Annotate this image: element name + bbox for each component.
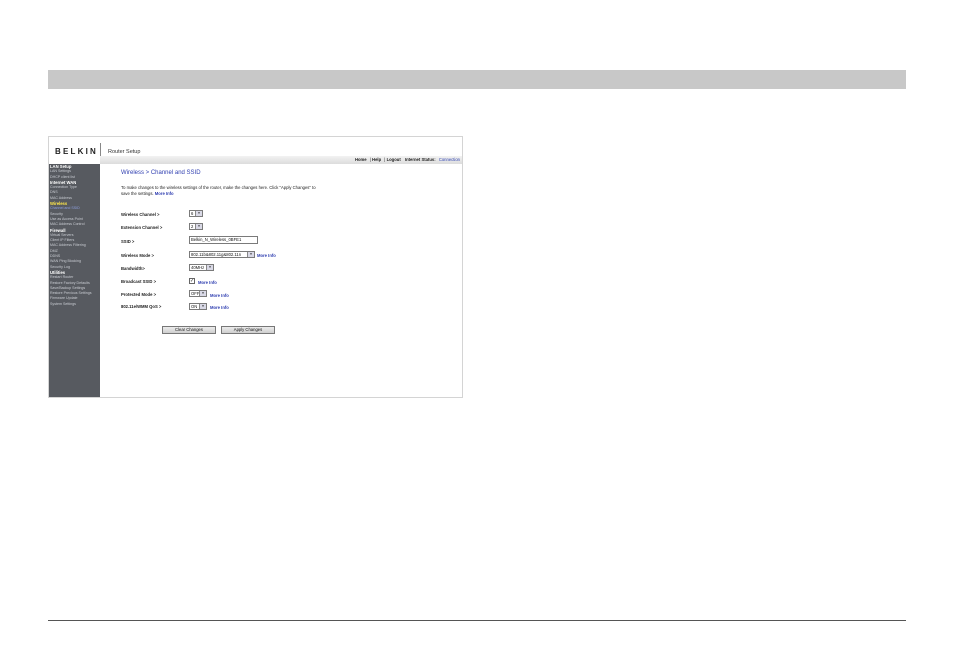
wireless-mode-more-info-link[interactable]: More Info — [257, 253, 276, 258]
chevron-down-icon: ▾ — [195, 224, 202, 229]
wireless-mode-select[interactable]: 802.11b&802.11g&802.11n ▾ — [189, 251, 255, 258]
wireless-mode-label: Wireless Mode > — [121, 253, 154, 258]
chevron-down-icon: ▾ — [199, 291, 206, 296]
wmm-qos-label: 802.11e/WMM QoS > — [121, 304, 162, 309]
ssid-input[interactable]: Belkin_N_Wireless_0BFE1 — [189, 236, 258, 244]
extension-channel-value: 2 — [191, 224, 194, 229]
intro-text: To make changes to the wireless settings… — [121, 185, 321, 197]
wireless-channel-label: Wireless Channel > — [121, 212, 160, 217]
internet-status-value: Connection — [438, 157, 460, 162]
wireless-channel-value: 6 — [191, 211, 194, 216]
protected-mode-label: Protected Mode > — [121, 292, 157, 297]
wmm-qos-select[interactable]: ON ▾ — [189, 303, 207, 310]
clear-changes-button[interactable]: Clear Changes — [162, 326, 216, 334]
router-header: BELKIN Router Setup Home | Help | Logout… — [49, 137, 462, 165]
app-title: Router Setup — [108, 149, 141, 155]
home-link[interactable]: Home — [355, 157, 367, 162]
internet-status-label: Internet Status: — [404, 157, 436, 162]
belkin-logo: BELKIN — [55, 147, 98, 156]
page-title: Wireless > Channel and SSID — [121, 170, 201, 176]
logout-link[interactable]: Logout — [387, 157, 401, 162]
intro-more-info-link[interactable]: More Info — [155, 191, 174, 196]
sidebar-nav: LAN Setup LAN Settings DHCP client list … — [49, 164, 100, 397]
wmm-qos-more-info-link[interactable]: More Info — [210, 305, 229, 310]
bandwidth-select[interactable]: 40MHz ▾ — [189, 264, 214, 271]
wireless-channel-select[interactable]: 6 ▾ — [189, 210, 203, 217]
broadcast-ssid-checkbox[interactable]: ✓ — [189, 278, 195, 284]
main-content: Wireless > Channel and SSID To make chan… — [100, 164, 462, 397]
ssid-label: SSID > — [121, 239, 135, 244]
broadcast-ssid-label: Broadcast SSID > — [121, 279, 157, 284]
wireless-mode-value: 802.11b&802.11g&802.11n — [191, 252, 242, 257]
bandwidth-value: 40MHz — [191, 265, 205, 270]
chevron-down-icon: ▾ — [195, 211, 202, 216]
protected-mode-select[interactable]: OFF ▾ — [189, 290, 207, 297]
wmm-qos-value: ON — [191, 304, 198, 309]
extension-channel-label: Extension Channel > — [121, 225, 163, 230]
router-setup-screenshot: BELKIN Router Setup Home | Help | Logout… — [48, 136, 463, 398]
chevron-down-icon: ▾ — [247, 252, 254, 257]
sidebar-item[interactable]: System Settings — [49, 302, 100, 307]
header-separator: | — [384, 157, 386, 162]
header-separator: | — [369, 157, 371, 162]
bandwidth-label: Bandwidth> — [121, 266, 145, 271]
chevron-down-icon: ▾ — [199, 304, 206, 309]
chevron-down-icon: ▾ — [206, 265, 213, 270]
intro-body: To make changes to the wireless settings… — [121, 185, 316, 196]
document-header-bar — [48, 70, 906, 89]
broadcast-ssid-more-info-link[interactable]: More Info — [198, 280, 217, 285]
help-link[interactable]: Help — [372, 157, 381, 162]
protected-mode-more-info-link[interactable]: More Info — [210, 293, 229, 298]
extension-channel-select[interactable]: 2 ▾ — [189, 223, 203, 230]
apply-changes-button[interactable]: Apply Changes — [221, 326, 275, 334]
footer-rule — [48, 620, 906, 621]
header-links: Home | Help | Logout Internet Status: Co… — [355, 157, 460, 162]
